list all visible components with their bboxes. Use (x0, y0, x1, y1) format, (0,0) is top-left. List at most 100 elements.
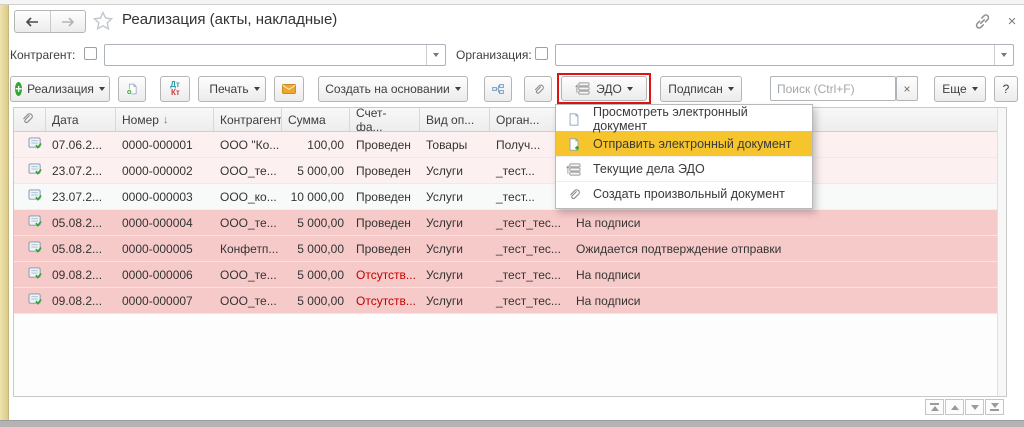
menu-item[interactable]: Создать произвольный документ (556, 181, 812, 206)
cell-counterparty: ООО_ко... (214, 184, 282, 209)
cell-amount: 5 000,00 (282, 288, 350, 313)
get-link-icon[interactable] (973, 12, 993, 32)
counterparty-dropdown-icon[interactable] (426, 45, 445, 65)
organization-dropdown-icon[interactable] (994, 45, 1013, 65)
plus-icon: + (15, 82, 22, 96)
help-label: ? (1003, 82, 1010, 96)
left-panel-edge (0, 5, 9, 421)
doc-view-icon (565, 112, 582, 127)
edo-icon (575, 81, 591, 96)
dtkt-postings-button[interactable]: ДтКт (160, 76, 190, 102)
email-button[interactable] (274, 76, 304, 102)
cell-amount: 5 000,00 (282, 158, 350, 183)
posted-document-icon (28, 215, 43, 231)
column-header-invoice[interactable]: Счет-фа... (350, 108, 420, 131)
column-label: Дата (52, 113, 79, 127)
column-header-number[interactable]: Номер↓ (116, 108, 214, 131)
dtkt-icon: ДтКт (170, 81, 180, 97)
more-button[interactable]: Еще (934, 76, 986, 102)
cell-date: 09.08.2... (46, 262, 116, 287)
chevron-down-icon (728, 87, 734, 91)
cell-attachment (14, 210, 46, 235)
print-button[interactable]: Печать (198, 76, 266, 102)
cell-amount: 5 000,00 (282, 262, 350, 287)
next-row-icon (971, 405, 979, 410)
create-realization-label: Реализация (27, 82, 94, 96)
column-header-optype[interactable]: Вид оп... (420, 108, 490, 131)
table-row[interactable]: 23.07.2...0000-000003ООО_ко...10 000,00П… (14, 184, 1006, 210)
chevron-down-icon (254, 87, 260, 91)
go-first-row-button[interactable] (925, 399, 944, 415)
column-header-attach[interactable] (14, 108, 46, 131)
edo-button[interactable]: ЭДО (561, 76, 647, 101)
edo-label: ЭДО (596, 82, 622, 96)
cell-counterparty: ООО_те... (214, 210, 282, 235)
organization-checkbox[interactable] (535, 47, 548, 60)
next-row-button[interactable] (965, 399, 984, 415)
search-input[interactable] (770, 76, 896, 101)
table-row[interactable]: 23.07.2...0000-000002ООО_те...5 000,00Пр… (14, 158, 1006, 184)
print-label: Печать (209, 82, 248, 96)
back-button[interactable] (15, 11, 51, 32)
create-based-on-button[interactable]: Создать на основании (318, 76, 468, 102)
table-row[interactable]: 05.08.2...0000-000004ООО_те...5 000,00Пр… (14, 210, 1006, 236)
edo-stack-icon (565, 162, 582, 177)
favorite-star-icon[interactable] (92, 10, 114, 32)
chevron-down-icon (455, 87, 461, 91)
posted-document-icon (28, 163, 43, 179)
structure-icon (492, 81, 504, 97)
menu-item[interactable]: Просмотреть электронный документ (556, 107, 812, 131)
cell-operation-type: Товары (420, 132, 490, 157)
cell-organization: _тест_тес... (490, 288, 570, 313)
column-header-date[interactable]: Дата (46, 108, 116, 131)
cell-edo-status: Ожидается подтверждение отправки (570, 236, 1000, 261)
bottom-edge-strip (0, 420, 1024, 427)
menu-item-label: Просмотреть электронный документ (593, 105, 802, 133)
signed-filter-button[interactable]: Подписан (660, 76, 742, 102)
cell-amount: 5 000,00 (282, 210, 350, 235)
first-row-icon (931, 406, 939, 411)
column-label: Счет-фа... (356, 108, 413, 131)
column-label: Сумма (288, 113, 326, 127)
row-navigation (925, 399, 1004, 415)
table-row[interactable]: 05.08.2...0000-000005Конфетп...5 000,00П… (14, 236, 1006, 262)
create-realization-button[interactable]: + Реализация (10, 76, 110, 102)
vertical-scrollbar[interactable] (997, 108, 1006, 396)
cell-counterparty: ООО_те... (214, 158, 282, 183)
close-icon[interactable]: × (1003, 11, 1021, 31)
posted-document-icon (28, 267, 43, 283)
cell-counterparty: ООО_те... (214, 288, 282, 313)
search-clear-button[interactable]: × (896, 76, 918, 101)
table-row[interactable]: 07.06.2...0000-000001ООО "Ко...100,00Про… (14, 132, 1006, 158)
copy-document-button[interactable] (118, 76, 146, 102)
column-header-counterparty[interactable]: Контрагент (214, 108, 282, 131)
column-label: Орган... (496, 113, 539, 127)
menu-item[interactable]: Текущие дела ЭДО (556, 156, 812, 181)
go-last-row-button[interactable] (985, 399, 1004, 415)
cell-number: 0000-000007 (116, 288, 214, 313)
counterparty-checkbox[interactable] (84, 47, 97, 60)
cell-date: 05.08.2... (46, 210, 116, 235)
table-row[interactable]: 09.08.2...0000-000007ООО_те...5 000,00От… (14, 288, 1006, 314)
table-row[interactable]: 09.08.2...0000-000006ООО_те...5 000,00От… (14, 262, 1006, 288)
cell-edo-status: На подписи (570, 262, 1000, 287)
help-button[interactable]: ? (994, 76, 1018, 102)
back-arrow-icon (25, 17, 39, 27)
organization-input[interactable] (555, 44, 1014, 66)
counterparty-input[interactable] (104, 44, 446, 66)
cell-invoice: Отсутств... (350, 288, 420, 313)
previous-row-icon (951, 405, 959, 410)
menu-item[interactable]: Отправить электронный документ (556, 131, 812, 156)
chevron-down-icon (627, 87, 633, 91)
related-documents-button[interactable] (484, 76, 512, 102)
table-header: Дата Номер↓Контрагент Сумма Счет-фа... Вид о… (14, 108, 1006, 132)
forward-button[interactable] (51, 11, 86, 32)
cell-attachment (14, 158, 46, 183)
cell-attachment (14, 288, 46, 313)
search-field[interactable] (771, 77, 895, 100)
cell-number: 0000-000005 (116, 236, 214, 261)
column-header-amount[interactable]: Сумма (282, 108, 350, 131)
previous-row-button[interactable] (945, 399, 964, 415)
cell-amount: 5 000,00 (282, 236, 350, 261)
attachments-button[interactable] (524, 76, 552, 102)
